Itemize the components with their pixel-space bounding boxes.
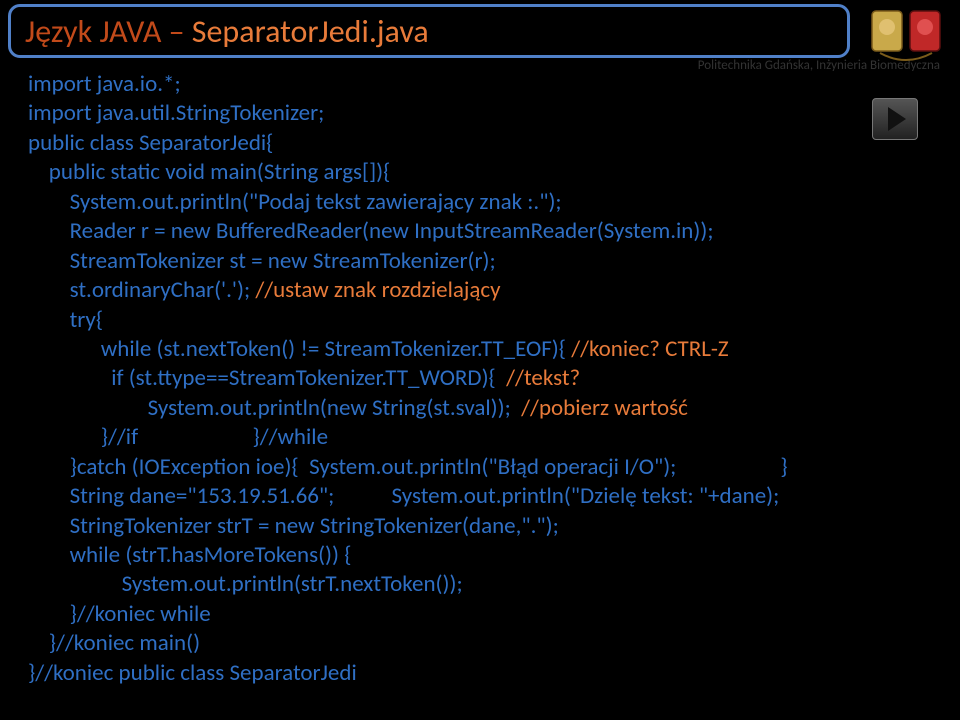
code-line: StreamTokenizer st = new StreamTokenizer… — [28, 247, 932, 276]
code-line: System.out.println(new String(st.sval));… — [28, 394, 932, 423]
code-line: }catch (IOException ioe){ System.out.pri… — [28, 453, 932, 482]
code-block: import java.io.*; import java.util.Strin… — [28, 70, 932, 688]
code-line: }//koniec public class SeparatorJedi — [28, 659, 932, 688]
code-line: import java.util.StringTokenizer; — [28, 99, 932, 128]
university-logo — [866, 8, 946, 66]
slide: Język JAVA – SeparatorJedi.java Politech… — [0, 0, 960, 720]
code-line: if (st.ttype==StreamTokenizer.TT_WORD){ … — [28, 364, 932, 393]
code-line: }//if }//while — [28, 423, 932, 452]
title-bar: Język JAVA – SeparatorJedi.java — [8, 4, 850, 58]
slide-title: Język JAVA – SeparatorJedi.java — [25, 12, 429, 51]
code-line: public class SeparatorJedi{ — [28, 129, 932, 158]
code-line: String dane="153.19.51.66"; System.out.p… — [28, 482, 932, 511]
code-line: try{ — [28, 306, 932, 335]
code-line: System.out.println(strT.nextToken()); — [28, 570, 932, 599]
code-line: StringTokenizer strT = new StringTokeniz… — [28, 512, 932, 541]
code-line: while (st.nextToken() != StreamTokenizer… — [28, 335, 932, 364]
code-line: Reader r = new BufferedReader(new InputS… — [28, 217, 932, 246]
code-line: }//koniec while — [28, 600, 932, 629]
code-line: public static void main(String args[]){ — [28, 158, 932, 187]
code-line: System.out.println("Podaj tekst zawieraj… — [28, 188, 932, 217]
title-part1: Język JAVA – — [25, 12, 192, 51]
code-line: st.ordinaryChar('.'); //ustaw znak rozdz… — [28, 276, 932, 305]
code-line: }//koniec main() — [28, 629, 932, 658]
code-line: import java.io.*; — [28, 70, 932, 99]
title-part2: SeparatorJedi.java — [192, 12, 429, 51]
code-line: while (strT.hasMoreTokens()) { — [28, 541, 932, 570]
